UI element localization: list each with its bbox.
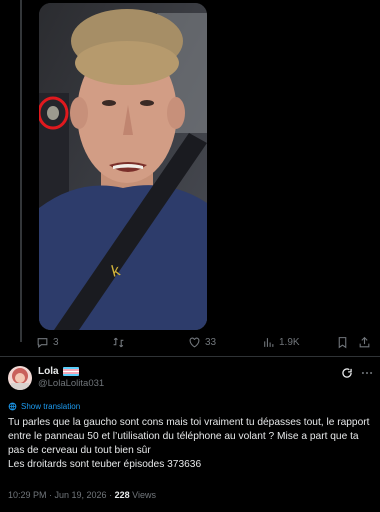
handle[interactable]: @LolaLolita031 (38, 378, 104, 389)
translate-label: Show translation (21, 402, 81, 411)
display-name-row[interactable]: Lola (38, 366, 79, 377)
like-count: 33 (205, 337, 217, 348)
reply-icon (37, 338, 48, 348)
tweet-timestamp[interactable]: 10:29 PM · Jun 19, 2026 · (8, 490, 115, 500)
tweet-text-line: Les droitards sont teuber épisodes 37363… (8, 459, 202, 470)
views-count-main: 228 (114, 490, 130, 500)
repost-button[interactable] (112, 336, 129, 349)
thread-line (20, 0, 22, 342)
share-button[interactable] (358, 336, 371, 349)
like-icon (189, 337, 200, 348)
reply-count: 3 (53, 337, 59, 348)
video-frame-image: k (39, 3, 207, 330)
grok-icon[interactable] (340, 366, 354, 380)
translate-icon (8, 402, 17, 411)
tweet-text-line: Tu parles que la gaucho sont cons mais t… (8, 417, 370, 456)
views-label: Views (129, 490, 156, 500)
reply-button[interactable]: 3 (36, 336, 59, 349)
views-button[interactable]: 1.9K (262, 336, 300, 349)
bookmark-button[interactable] (336, 336, 349, 349)
repost-icon (113, 337, 124, 348)
display-name: Lola (38, 366, 59, 377)
avatar-image (8, 366, 32, 390)
tweet-text: Tu parles que la gaucho sont cons mais t… (8, 416, 374, 472)
views-count: 1.9K (279, 337, 300, 348)
tweet-meta: 10:29 PM · Jun 19, 2026 · 228 Views (8, 490, 156, 500)
share-icon (359, 336, 370, 348)
views-icon (264, 338, 274, 347)
quoted-post-actions: 3 33 1.9K (36, 336, 372, 354)
more-icon[interactable] (360, 366, 374, 380)
trans-flag-icon (62, 367, 79, 376)
avatar[interactable] (8, 366, 32, 390)
video-player[interactable]: k (39, 3, 207, 330)
bookmark-icon (338, 337, 347, 349)
like-button[interactable]: 33 (188, 336, 216, 349)
show-translation-link[interactable]: Show translation (8, 402, 80, 411)
divider (0, 356, 380, 357)
